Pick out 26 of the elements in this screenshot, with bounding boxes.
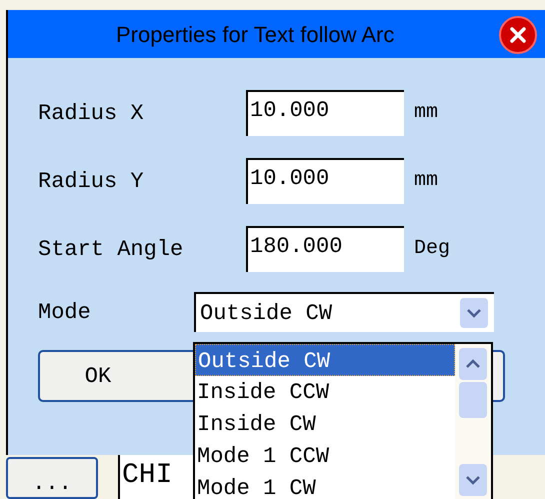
field-label: Mode (38, 298, 92, 326)
mode-dropdown[interactable]: Outside CW (194, 292, 494, 332)
field-label: Radius X (38, 100, 145, 128)
close-icon (509, 26, 527, 44)
close-button[interactable] (499, 16, 537, 54)
scroll-down-button[interactable] (459, 464, 487, 496)
input-field[interactable]: 10.000 (246, 158, 404, 204)
scroll-up-button[interactable] (459, 348, 487, 380)
chevron-down-icon (465, 475, 481, 485)
ellipsis-button[interactable]: ... (6, 457, 98, 499)
dropdown-option[interactable]: Outside CW (195, 344, 455, 376)
field-label: Radius Y (38, 168, 145, 196)
dropdown-option[interactable]: Inside CW (195, 408, 455, 440)
unit-label: mm (414, 168, 438, 194)
window-title: Properties for Text follow Arc (116, 20, 394, 49)
field-label: Start Angle (38, 236, 184, 264)
chevron-down-icon (466, 308, 482, 318)
scroll-thumb[interactable] (459, 382, 487, 418)
dropdown-toggle[interactable] (460, 298, 488, 328)
unit-label: mm (414, 100, 438, 126)
chevron-up-icon (465, 359, 481, 369)
input-field[interactable]: 10.000 (246, 90, 404, 136)
scrollbar[interactable] (455, 344, 491, 499)
dropdown-value: Outside CW (200, 300, 332, 328)
input-field[interactable]: 180.000 (246, 226, 404, 272)
unit-label: Deg (414, 236, 450, 262)
